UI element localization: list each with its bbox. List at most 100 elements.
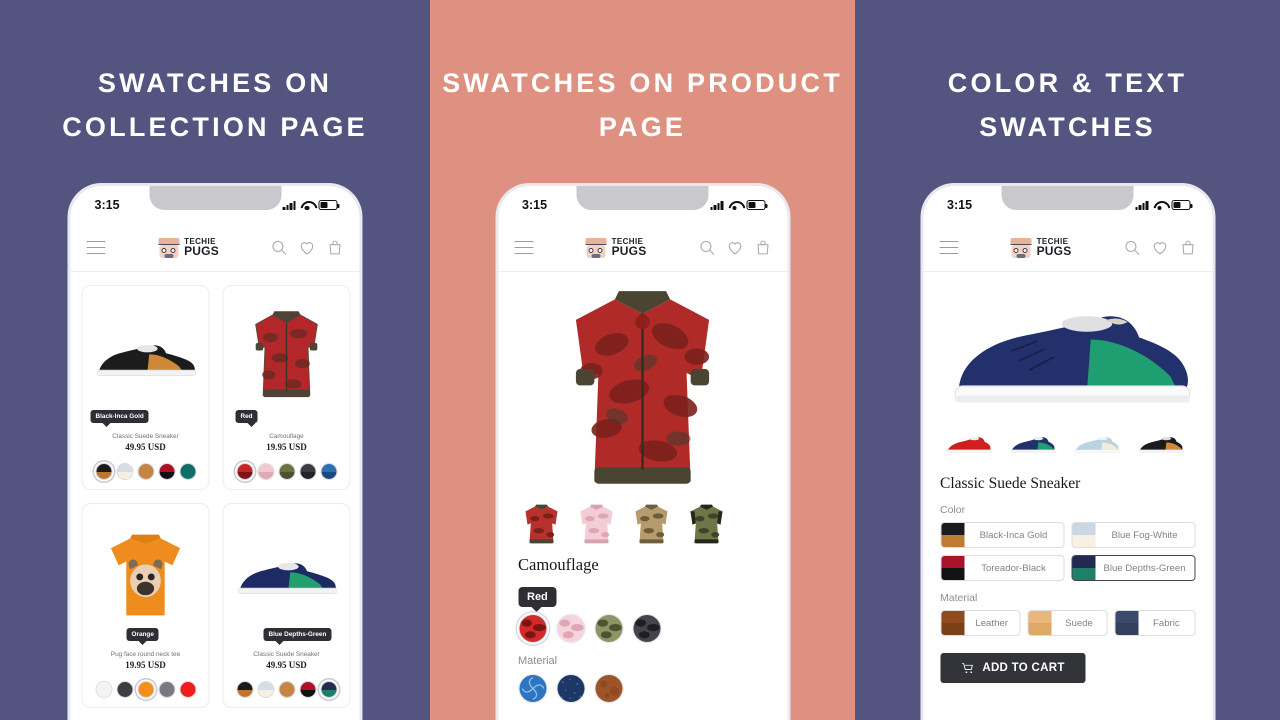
menu-icon[interactable] <box>86 240 106 255</box>
swatch-blue-depths-green[interactable] <box>320 681 337 698</box>
signal-icon <box>710 200 723 210</box>
product-name: Pug face round neck tee <box>110 651 181 658</box>
swatch-pink[interactable] <box>257 463 274 480</box>
swatch-dark-grey[interactable] <box>116 681 133 698</box>
swatch-inca-gold[interactable] <box>278 681 295 698</box>
text-swatch-blue-depths-green[interactable]: Blue Depths-Green <box>1071 555 1195 581</box>
thumbnail-black-orange-sneaker[interactable] <box>1136 428 1184 462</box>
status-time: 3:15 <box>947 198 973 212</box>
panel-collection-page: SWATCHES ON COLLECTION PAGE 3:15 TECHIE … <box>0 0 430 720</box>
color-chip <box>941 556 964 580</box>
swatch-black-inca-gold[interactable] <box>95 463 112 480</box>
phone-mockup-product: 3:15 TECHIE PUGS Camouflage Red Material <box>495 183 790 720</box>
product-card[interactable]: Classic Suede Sneaker 49.95 USD Blue Dep… <box>222 503 351 708</box>
swatch-toreador-black[interactable] <box>158 463 175 480</box>
pug-logo-icon <box>157 237 180 258</box>
phone-notch <box>576 186 709 210</box>
product-card[interactable]: Pug face round neck tee 19.95 USD Orange <box>81 503 210 708</box>
material-swatch-satin[interactable] <box>518 674 547 703</box>
product-price: 19.95 USD <box>266 442 307 452</box>
swatch-tooltip: Blue Depths-Green <box>263 628 332 645</box>
product-price: 49.95 USD <box>125 442 166 452</box>
swatch-row <box>236 681 337 698</box>
swatch-inca-gold[interactable] <box>137 463 154 480</box>
color-swatch-red[interactable] <box>518 614 547 643</box>
thumbnail-navy-green-sneaker[interactable] <box>1008 428 1056 462</box>
product-hero-image-navy-green-suede-sneaker[interactable] <box>940 278 1195 430</box>
wifi-icon <box>728 200 741 211</box>
thumbnail-red-sneaker[interactable] <box>944 428 992 462</box>
product-thumbnails <box>940 428 1195 462</box>
bag-icon[interactable] <box>754 239 771 256</box>
swatch-blue-depths-green[interactable] <box>179 463 196 480</box>
text-swatch-toreador-black[interactable]: Toreador-Black <box>940 555 1064 581</box>
product-thumbnails <box>518 501 767 547</box>
swatch-red[interactable] <box>179 681 196 698</box>
product-name: Classic Suede Sneaker <box>253 651 320 658</box>
material-label: Material <box>518 655 558 667</box>
search-icon[interactable] <box>271 239 288 256</box>
app-header: TECHIE PUGS <box>70 224 360 272</box>
thumbnail-green-camo-jacket[interactable] <box>685 501 727 547</box>
menu-icon[interactable] <box>514 240 533 255</box>
menu-icon[interactable] <box>939 240 958 255</box>
swatch-tooltip: Orange <box>126 628 159 645</box>
swatch-blue-fog-white[interactable] <box>116 463 133 480</box>
brand-logo[interactable]: TECHIE PUGS <box>157 237 219 258</box>
bag-icon[interactable] <box>1179 239 1196 256</box>
search-icon[interactable] <box>698 239 715 256</box>
thumbnail-light-blue-sneaker[interactable] <box>1072 428 1120 462</box>
color-swatch-pink[interactable] <box>556 614 585 643</box>
heart-icon[interactable] <box>726 239 743 256</box>
pug-logo-icon <box>1010 237 1033 258</box>
add-to-cart-button[interactable]: ADD TO CART <box>940 653 1085 683</box>
swatch-orange[interactable] <box>137 681 154 698</box>
swatch-grey[interactable] <box>158 681 175 698</box>
color-swatch-row <box>518 614 767 643</box>
swatch-white[interactable] <box>95 681 112 698</box>
product-detail-text-swatch: Classic Suede Sneaker Color Black-Inca G… <box>923 272 1212 683</box>
product-image-red-camo-bomber-jacket <box>231 301 343 413</box>
product-card[interactable]: Classic Suede Sneaker 49.95 USD Black-In… <box>81 285 210 490</box>
color-label: Color <box>940 504 966 516</box>
swatch-blue[interactable] <box>320 463 337 480</box>
signal-icon <box>282 200 296 210</box>
product-card[interactable]: Camouflage 19.95 USD Red <box>222 285 351 490</box>
swatch-army-green[interactable] <box>278 463 295 480</box>
search-icon[interactable] <box>1123 239 1140 256</box>
product-name: Classic Suede Sneaker <box>112 433 179 440</box>
swatch-toreador-black[interactable] <box>299 681 316 698</box>
heart-icon[interactable] <box>1151 239 1168 256</box>
product-title: Classic Suede Sneaker <box>940 475 1081 492</box>
material-text-swatch-grid: Leather Suede Fabric <box>940 610 1195 636</box>
status-time: 3:15 <box>94 198 120 212</box>
brand-logo[interactable]: TECHIE PUGS <box>1010 237 1072 258</box>
thumbnail-pink-camo-jacket[interactable] <box>575 501 617 547</box>
text-swatch-suede[interactable]: Suede <box>1027 610 1108 636</box>
swatch-black[interactable] <box>299 463 316 480</box>
text-swatch-blue-fog-white[interactable]: Blue Fog-White <box>1071 522 1195 548</box>
material-swatch-leather[interactable] <box>594 674 623 703</box>
text-swatch-fabric[interactable]: Fabric <box>1114 610 1195 636</box>
signal-icon <box>1135 200 1148 210</box>
thumbnail-red-camo-jacket[interactable] <box>520 501 562 547</box>
color-text-swatch-grid: Black-Inca Gold Blue Fog-White Toreador-… <box>940 522 1195 581</box>
app-header: TECHIE PUGS <box>498 224 787 272</box>
material-swatch-denim[interactable] <box>556 674 585 703</box>
color-swatch-black[interactable] <box>632 614 661 643</box>
text-swatch-leather[interactable]: Leather <box>940 610 1021 636</box>
swatch-row <box>95 681 196 698</box>
product-hero-image-red-camo-bomber-jacket[interactable] <box>518 282 767 497</box>
bag-icon[interactable] <box>327 239 344 256</box>
swatch-blue-fog-white[interactable] <box>257 681 274 698</box>
wifi-icon <box>1153 200 1166 211</box>
color-swatch-army[interactable] <box>594 614 623 643</box>
brand-logo[interactable]: TECHIE PUGS <box>585 237 647 258</box>
heart-icon[interactable] <box>299 239 316 256</box>
swatch-black-inca-gold[interactable] <box>236 681 253 698</box>
thumbnail-tan-camo-jacket[interactable] <box>630 501 672 547</box>
cart-icon <box>961 662 973 673</box>
brand-line-2: PUGS <box>1036 243 1072 258</box>
swatch-red[interactable] <box>236 463 253 480</box>
text-swatch-black-inca-gold[interactable]: Black-Inca Gold <box>940 522 1064 548</box>
